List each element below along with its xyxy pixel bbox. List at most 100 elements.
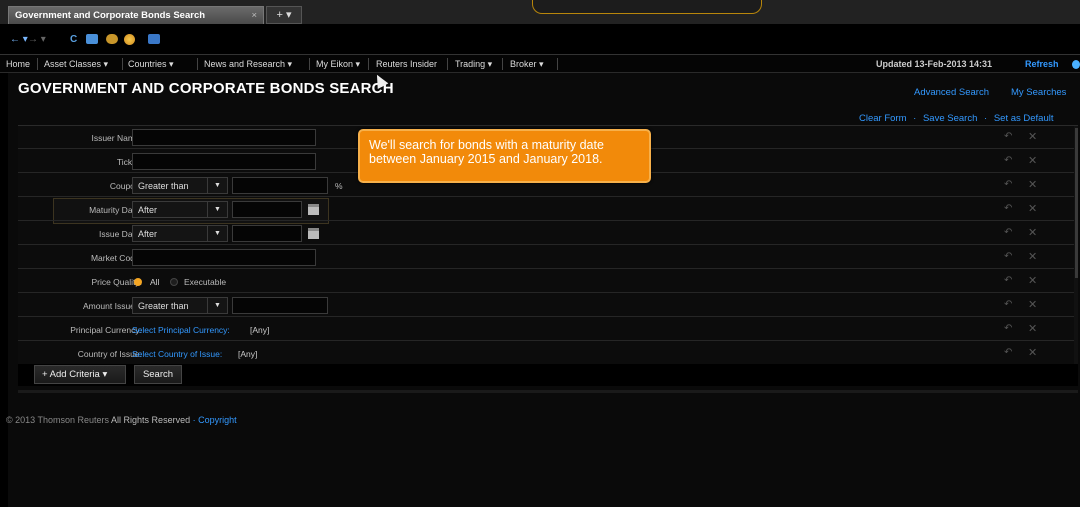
add-criteria-button[interactable]: + Add Criteria ▾ (34, 365, 126, 384)
toolbar: ← ▾ → ▾ C (0, 24, 1080, 54)
amount-issued-input[interactable] (232, 297, 328, 314)
close-icon[interactable]: ✕ (1028, 274, 1037, 287)
issuer-name-input[interactable] (132, 129, 316, 146)
scrollbar-thumb[interactable] (1075, 128, 1078, 278)
refresh-icon[interactable]: C (70, 34, 77, 45)
ticker-input[interactable] (132, 153, 316, 170)
updated-timestamp: Updated 13-Feb-2013 14:31 (876, 59, 993, 69)
chevron-down-icon: ▼ (207, 178, 227, 193)
menu-bar: Home Asset Classes ▾ Countries ▾ News an… (0, 54, 1080, 73)
search-button[interactable]: Search (134, 365, 182, 384)
coupon-input[interactable] (232, 177, 328, 194)
radio-all[interactable] (134, 278, 142, 286)
undo-icon[interactable]: ↶ (1004, 299, 1012, 310)
form-bottom-border (18, 390, 1078, 393)
menu-news-research[interactable]: News and Research ▾ (204, 59, 292, 70)
menu-countries[interactable]: Countries ▾ (128, 59, 174, 70)
tab-close-icon[interactable]: × (251, 10, 257, 21)
calendar-icon[interactable] (308, 204, 319, 215)
globe-icon[interactable] (124, 34, 135, 45)
screen-icon[interactable] (148, 34, 160, 44)
coupon-operator-value: Greater than (138, 181, 189, 191)
calendar-icon[interactable] (308, 228, 319, 239)
close-icon[interactable]: ✕ (1028, 346, 1037, 359)
close-icon[interactable]: ✕ (1028, 154, 1037, 167)
advanced-search-link[interactable]: Advanced Search (914, 87, 989, 98)
maturity-operator-value: After (138, 205, 158, 215)
tab-bonds-search[interactable]: Government and Corporate Bonds Search × (8, 6, 264, 24)
close-icon[interactable]: ✕ (1028, 250, 1037, 263)
radio-executable[interactable] (170, 278, 178, 286)
menu-separator (557, 58, 558, 70)
criteria-row-maturity-date: Maturity Date: After ▼ ↶ ✕ (18, 198, 1078, 221)
page-title: GOVERNMENT AND CORPORATE BONDS SEARCH (18, 80, 394, 97)
forward-arrow-icon[interactable]: → ▾ (28, 34, 46, 45)
undo-icon[interactable]: ↶ (1004, 251, 1012, 262)
menu-separator (37, 58, 38, 70)
close-icon[interactable]: ✕ (1028, 298, 1037, 311)
undo-icon[interactable]: ↶ (1004, 227, 1012, 238)
country-of-issue-value: [Any] (238, 349, 258, 359)
rights-text: All Rights Reserved (111, 415, 191, 425)
popup-window-edge (532, 0, 762, 14)
undo-icon[interactable]: ↶ (1004, 275, 1012, 286)
criteria-row-price-quality: Price Quality: All Executable ↶ ✕ (18, 270, 1078, 293)
tutorial-callout: We'll search for bonds with a maturity d… (358, 129, 651, 183)
menu-my-eikon[interactable]: My Eikon ▾ (316, 59, 360, 70)
menu-reuters-insider[interactable]: Reuters Insider (376, 59, 437, 69)
amount-operator-select[interactable]: Greater than ▼ (132, 297, 228, 314)
tab-strip: Government and Corporate Bonds Search × … (0, 0, 1080, 24)
menu-home[interactable]: Home (6, 59, 30, 69)
select-principal-currency-link[interactable]: Select Principal Currency: (132, 325, 230, 335)
undo-icon[interactable]: ↶ (1004, 323, 1012, 334)
issue-date-operator-value: After (138, 229, 158, 239)
undo-icon[interactable]: ↶ (1004, 179, 1012, 190)
menu-separator (122, 58, 123, 70)
undo-icon[interactable]: ↶ (1004, 155, 1012, 166)
issue-date-operator-select[interactable]: After ▼ (132, 225, 228, 242)
link-separator: · (984, 113, 988, 124)
my-searches-link[interactable]: My Searches (1011, 87, 1066, 98)
close-icon[interactable]: ✕ (1028, 226, 1037, 239)
issue-date-input[interactable] (232, 225, 302, 242)
close-icon[interactable]: ✕ (1028, 130, 1037, 143)
left-border (0, 0, 8, 507)
new-tab-button[interactable]: + ▾ (266, 6, 302, 24)
coupon-operator-select[interactable]: Greater than ▼ (132, 177, 228, 194)
tab-title: Government and Corporate Bonds Search (15, 10, 206, 21)
principal-currency-value: [Any] (250, 325, 270, 335)
criteria-row-amount-issued: Amount Issued: Greater than ▼ ↶ ✕ (18, 294, 1078, 317)
amount-operator-value: Greater than (138, 301, 189, 311)
maturity-operator-select[interactable]: After ▼ (132, 201, 228, 218)
market-code-input[interactable] (132, 249, 316, 266)
menu-trading[interactable]: Trading ▾ (455, 59, 492, 70)
print-icon[interactable] (86, 34, 98, 44)
menu-separator (447, 58, 448, 70)
refresh-link[interactable]: Refresh (1025, 59, 1059, 69)
chevron-down-icon: ▼ (207, 298, 227, 313)
close-icon[interactable]: ✕ (1028, 202, 1037, 215)
app-window: Government and Corporate Bonds Search × … (0, 0, 1080, 507)
menu-asset-classes[interactable]: Asset Classes ▾ (44, 59, 108, 70)
users-icon[interactable] (106, 34, 118, 44)
clear-form-link[interactable]: Clear Form (859, 113, 907, 124)
select-country-of-issue-link[interactable]: Select Country of Issue: (132, 349, 222, 359)
back-arrow-icon[interactable]: ← ▾ (10, 34, 28, 45)
undo-icon[interactable]: ↶ (1004, 131, 1012, 142)
form-button-bar: + Add Criteria ▾ Search (18, 364, 1078, 386)
menu-separator (197, 58, 198, 70)
undo-icon[interactable]: ↶ (1004, 347, 1012, 358)
save-search-link[interactable]: Save Search (923, 113, 977, 124)
set-as-default-link[interactable]: Set as Default (994, 113, 1054, 124)
copyright-link[interactable]: Copyright (198, 415, 237, 425)
undo-icon[interactable]: ↶ (1004, 203, 1012, 214)
close-icon[interactable]: ✕ (1028, 322, 1037, 335)
close-icon[interactable]: ✕ (1028, 178, 1037, 191)
maturity-date-input[interactable] (232, 201, 302, 218)
menu-broker[interactable]: Broker ▾ (510, 59, 544, 70)
criteria-row-issue-date: Issue Date: After ▼ ↶ ✕ (18, 222, 1078, 245)
criteria-row-market-code: Market Code: ↶ ✕ (18, 246, 1078, 269)
footer: © 2013 Thomson Reuters All Rights Reserv… (6, 415, 237, 425)
copyright-text: © 2013 Thomson Reuters (6, 415, 110, 425)
form-actions: Clear Form · Save Search · Set as Defaul… (859, 113, 1054, 124)
